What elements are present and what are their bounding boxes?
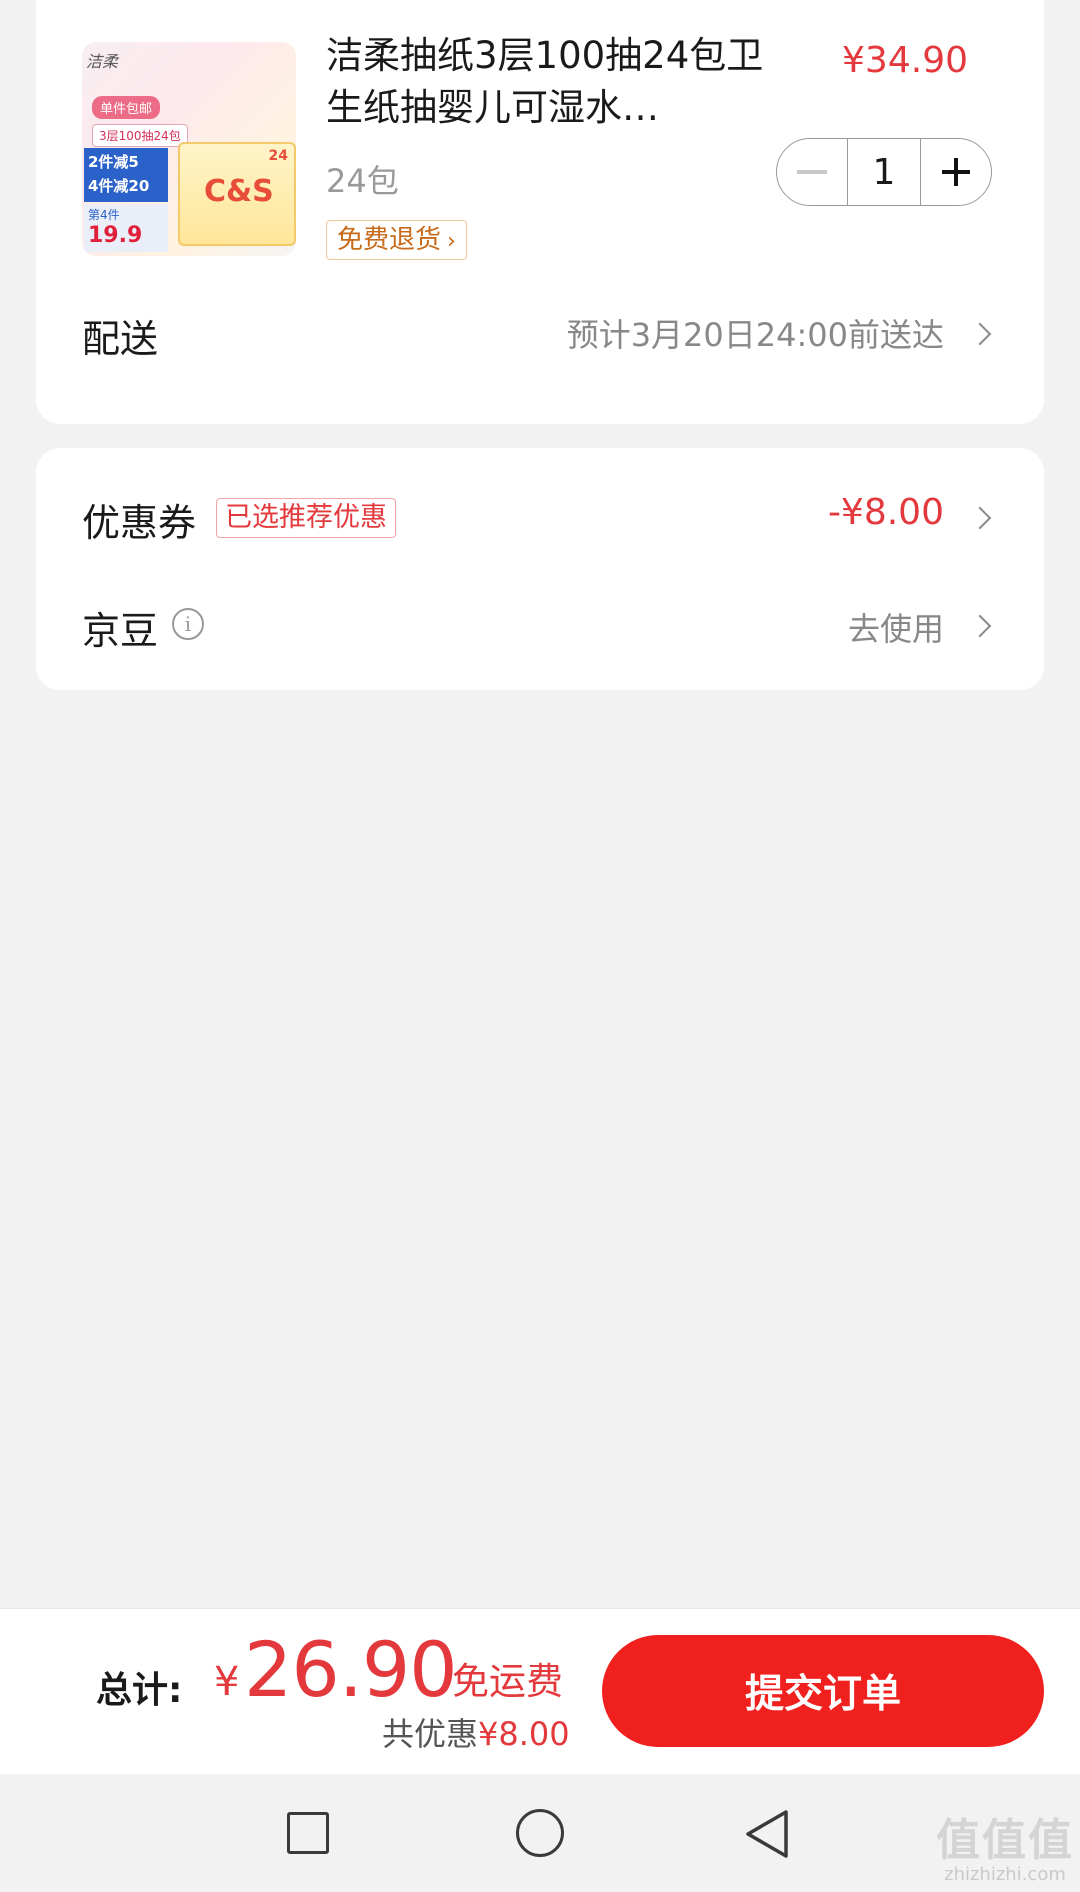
thumbnail-box-count: 24: [268, 148, 288, 164]
shipping-note: 免运费: [452, 1660, 563, 1703]
product-thumbnail[interactable]: 洁柔 单件包邮 3层100抽24包 2件减5 4件减20 第4件 19.9 24…: [82, 42, 296, 256]
home-icon[interactable]: [516, 1809, 564, 1857]
decrease-quantity-button[interactable]: [777, 139, 847, 205]
back-icon[interactable]: [744, 1808, 790, 1860]
coupon-label: 优惠券: [82, 501, 197, 545]
chevron-right-icon: ›: [447, 229, 456, 254]
total-amount: 26.90: [244, 1625, 458, 1714]
plus-icon: [942, 158, 970, 186]
chevron-right-icon: [968, 614, 992, 638]
thumbnail-promo-line1: 2件减5: [88, 153, 139, 171]
delivery-label: 配送: [82, 317, 159, 361]
thumbnail-promo-small: 第4件: [88, 208, 120, 222]
increase-quantity-button[interactable]: [921, 139, 991, 205]
quantity-value[interactable]: 1: [847, 139, 921, 205]
thumbnail-tag-spec: 3层100抽24包: [92, 124, 188, 147]
discount-card: 优惠券 已选推荐优惠 -¥8.00 京豆 i 去使用: [36, 448, 1044, 690]
recent-apps-icon[interactable]: [287, 1812, 329, 1854]
submit-order-button[interactable]: 提交订单: [602, 1635, 1044, 1747]
thumbnail-promo: 2件减5 4件减20: [84, 148, 168, 202]
coupon-badge: 已选推荐优惠: [216, 498, 396, 538]
thumbnail-promo-price-value: 19.9: [88, 223, 143, 248]
total-label: 总计:: [96, 1670, 183, 1711]
thumbnail-brand: 洁柔: [86, 52, 119, 71]
jingdou-value: 去使用: [847, 610, 944, 648]
jingdou-label: 京豆: [82, 609, 159, 653]
chevron-right-icon: [968, 322, 992, 346]
chevron-right-icon: [968, 506, 992, 530]
quantity-stepper: 1: [776, 138, 992, 206]
watermark-logo: 值值值 zhizhizhi.com: [936, 1804, 1074, 1885]
product-price: ¥34.90: [842, 40, 968, 81]
product-spec[interactable]: 24包: [326, 156, 399, 202]
free-return-label: 免费退货: [337, 225, 442, 255]
info-icon[interactable]: i: [172, 608, 204, 640]
saved-summary: 共优惠¥8.00: [382, 1709, 570, 1755]
minus-icon: [797, 170, 827, 174]
free-return-tag[interactable]: 免费退货 ›: [326, 220, 467, 260]
coupon-value: -¥8.00: [827, 492, 944, 533]
system-nav-bar: 值值值 zhizhizhi.com: [0, 1774, 1080, 1892]
product-card: 洁柔 单件包邮 3层100抽24包 2件减5 4件减20 第4件 19.9 24…: [36, 0, 1044, 424]
total-currency: ¥: [214, 1659, 240, 1705]
product-title[interactable]: 洁柔抽纸3层100抽24包卫生纸抽婴儿可湿水…: [326, 30, 786, 134]
saved-prefix: 共优惠: [382, 1715, 479, 1753]
watermark-url: zhizhizhi.com: [944, 1864, 1066, 1885]
thumbnail-package: 24 C&S: [178, 142, 296, 246]
checkout-bar: 总计: ¥ 26.90 免运费 共优惠¥8.00 提交订单: [0, 1608, 1080, 1775]
thumbnail-tag-single: 单件包邮: [92, 96, 161, 119]
thumbnail-promo-price: 第4件 19.9: [84, 204, 168, 252]
thumbnail-box-logo: C&S: [204, 174, 274, 209]
thumbnail-promo-line2: 4件减20: [88, 177, 150, 195]
delivery-value: 预计3月20日24:00前送达: [566, 316, 944, 354]
watermark-mark: 值值值: [936, 1815, 1074, 1866]
saved-value: ¥8.00: [478, 1715, 570, 1753]
